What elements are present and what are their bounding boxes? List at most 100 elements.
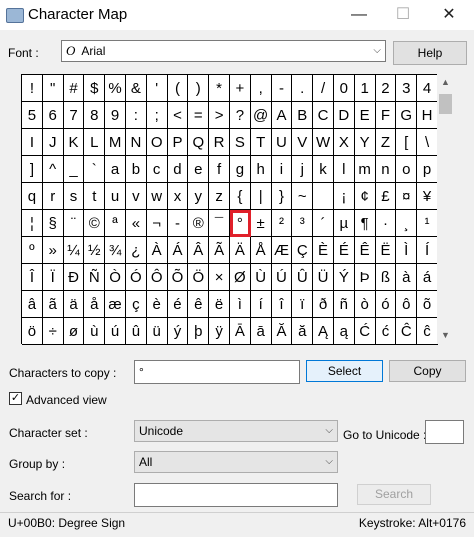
char-cell[interactable]: ù bbox=[84, 318, 106, 345]
char-cell[interactable]: Û bbox=[292, 264, 314, 291]
char-cell[interactable]: Î bbox=[22, 264, 43, 291]
char-cell[interactable]: 2 bbox=[375, 75, 397, 102]
char-cell[interactable]: þ bbox=[188, 318, 210, 345]
char-cell[interactable]: Ù bbox=[250, 264, 272, 291]
char-cell[interactable]: × bbox=[209, 264, 230, 291]
char-cell[interactable]: Õ bbox=[167, 264, 189, 291]
char-cell[interactable]: [ bbox=[396, 129, 418, 156]
char-cell[interactable]: Ì bbox=[396, 237, 418, 264]
char-cell[interactable]: º bbox=[22, 237, 43, 264]
char-cell[interactable]: K bbox=[63, 129, 85, 156]
char-cell[interactable]: Í bbox=[417, 237, 438, 264]
char-cell[interactable]: j bbox=[292, 156, 314, 183]
minimize-button[interactable]: — bbox=[336, 0, 382, 30]
char-cell[interactable]: g bbox=[229, 156, 251, 183]
character-grid[interactable]: ! " # $% & '() * +, -./0 1 2 3 4 5 6 7 8 9:; < = >? @ A B C D E F G H… bbox=[21, 74, 438, 345]
advanced-view-checkbox[interactable]: ✓ bbox=[9, 392, 22, 405]
char-cell[interactable]: s bbox=[63, 183, 85, 210]
char-cell[interactable]: Å bbox=[250, 237, 272, 264]
char-cell[interactable]: ³ bbox=[292, 210, 314, 237]
char-cell[interactable]: õ bbox=[417, 291, 438, 318]
char-cell[interactable]: Ú bbox=[271, 264, 293, 291]
char-cell[interactable]: ª bbox=[105, 210, 126, 237]
char-cell[interactable]: W bbox=[313, 129, 334, 156]
char-cell[interactable]: * bbox=[209, 75, 230, 102]
char-cell[interactable]: Þ bbox=[354, 264, 376, 291]
char-cell[interactable]: ë bbox=[209, 291, 230, 318]
char-cell[interactable]: k bbox=[313, 156, 334, 183]
char-cell[interactable]: | bbox=[250, 183, 272, 210]
char-cell[interactable]: Ê bbox=[354, 237, 376, 264]
char-cell[interactable]: ô bbox=[396, 291, 418, 318]
char-cell[interactable]: Ð bbox=[63, 264, 85, 291]
help-button[interactable]: Help bbox=[393, 41, 467, 65]
characters-to-copy-field[interactable]: ° bbox=[134, 360, 300, 384]
scroll-up-icon[interactable]: ▲ bbox=[437, 74, 454, 91]
char-cell[interactable]: G bbox=[396, 102, 418, 129]
char-cell[interactable]: h bbox=[250, 156, 272, 183]
char-cell[interactable]: Ä bbox=[229, 237, 251, 264]
char-cell[interactable]: N bbox=[125, 129, 147, 156]
char-cell[interactable]: R bbox=[209, 129, 230, 156]
char-cell[interactable]: ) bbox=[188, 75, 210, 102]
char-cell[interactable]: ĉ bbox=[417, 318, 438, 345]
char-cell[interactable]: L bbox=[84, 129, 106, 156]
char-cell[interactable]: Ą bbox=[313, 318, 334, 345]
char-cell[interactable]: ä bbox=[63, 291, 85, 318]
go-to-unicode-field[interactable] bbox=[425, 420, 464, 444]
char-cell[interactable]: 7 bbox=[63, 102, 85, 129]
char-cell[interactable]: ! bbox=[22, 75, 43, 102]
char-cell[interactable]: / bbox=[313, 75, 334, 102]
char-cell[interactable]: X bbox=[333, 129, 355, 156]
char-cell[interactable]: ¯ bbox=[209, 210, 230, 237]
char-cell[interactable]: ¤ bbox=[396, 183, 418, 210]
char-cell[interactable]: c bbox=[146, 156, 168, 183]
char-cell[interactable]: Ć bbox=[354, 318, 376, 345]
char-cell[interactable]: © bbox=[84, 210, 106, 237]
char-cell[interactable]: d bbox=[167, 156, 189, 183]
char-cell[interactable]: ¨ bbox=[63, 210, 85, 237]
char-cell[interactable]: E bbox=[354, 102, 376, 129]
char-cell[interactable]: ą bbox=[333, 318, 355, 345]
char-cell[interactable]: Æ bbox=[271, 237, 293, 264]
char-cell[interactable]: Ï bbox=[42, 264, 64, 291]
char-cell[interactable]: ā bbox=[250, 318, 272, 345]
char-cell[interactable]: á bbox=[417, 264, 438, 291]
char-cell[interactable]: 8 bbox=[84, 102, 106, 129]
char-cell[interactable]: J bbox=[42, 129, 64, 156]
char-cell[interactable]: Ø bbox=[229, 264, 251, 291]
char-cell[interactable]: ø bbox=[63, 318, 85, 345]
char-cell[interactable]: µ bbox=[333, 210, 355, 237]
char-cell[interactable]: _ bbox=[63, 156, 85, 183]
char-cell[interactable]: ¸ bbox=[396, 210, 418, 237]
group-by-dropdown[interactable]: All ⌵ bbox=[134, 451, 338, 473]
char-cell[interactable]: ¹ bbox=[417, 210, 438, 237]
char-cell[interactable]: C bbox=[313, 102, 334, 129]
char-cell[interactable]: : bbox=[125, 102, 147, 129]
char-cell[interactable]: » bbox=[42, 237, 64, 264]
char-cell[interactable]: z bbox=[209, 183, 230, 210]
char-cell[interactable]: ì bbox=[229, 291, 251, 318]
char-cell[interactable]: ã bbox=[42, 291, 64, 318]
char-cell[interactable]: Ý bbox=[333, 264, 355, 291]
char-cell[interactable]: Ĉ bbox=[396, 318, 418, 345]
char-cell[interactable]: M bbox=[105, 129, 126, 156]
char-cell[interactable]: 1 bbox=[354, 75, 376, 102]
char-cell[interactable]: @ bbox=[250, 102, 272, 129]
char-cell[interactable]: % bbox=[105, 75, 126, 102]
char-cell[interactable]: É bbox=[333, 237, 355, 264]
char-cell[interactable]: t bbox=[84, 183, 106, 210]
char-cell[interactable]: e bbox=[188, 156, 210, 183]
scroll-down-icon[interactable]: ▼ bbox=[437, 327, 454, 344]
char-cell[interactable]: ÿ bbox=[209, 318, 230, 345]
char-cell[interactable]: Ă bbox=[271, 318, 293, 345]
char-cell[interactable]: Ā bbox=[229, 318, 251, 345]
char-cell[interactable]: + bbox=[229, 75, 251, 102]
char-cell[interactable]: ¦ bbox=[22, 210, 43, 237]
char-cell[interactable]: & bbox=[125, 75, 147, 102]
char-cell[interactable]: q bbox=[22, 183, 43, 210]
char-cell[interactable]: Ü bbox=[313, 264, 334, 291]
char-cell[interactable]: ç bbox=[125, 291, 147, 318]
char-cell[interactable]: ¡ bbox=[333, 183, 355, 210]
char-cell[interactable]: S bbox=[229, 129, 251, 156]
